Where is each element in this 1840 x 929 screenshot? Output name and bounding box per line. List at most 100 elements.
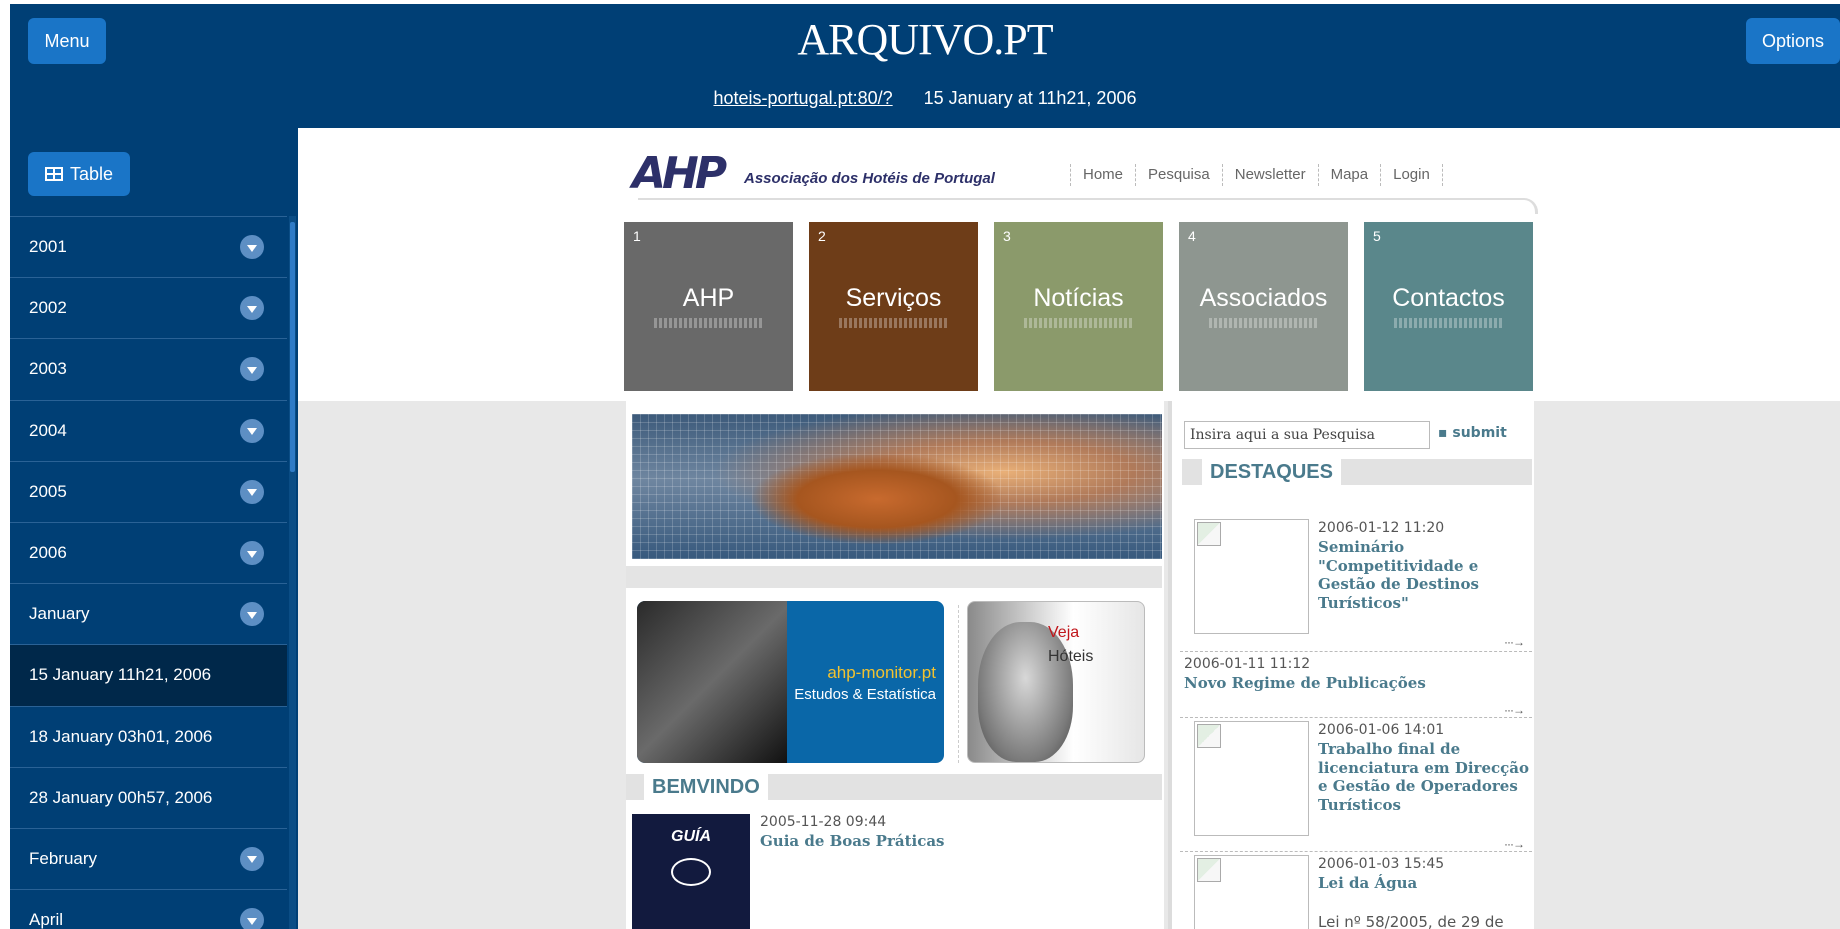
table-button-label: Table [69, 163, 114, 184]
search-submit-button[interactable]: ▪ submit [1438, 425, 1507, 441]
chevron-down-icon[interactable] [240, 296, 264, 321]
version-list: 2001 2002 2003 2004 2005 2006 January 15 Januar… [10, 216, 287, 929]
monitor-banner-subtitle: Estudos & Estatística [794, 686, 936, 703]
more-arrow-icon[interactable]: ···→ [1504, 837, 1525, 851]
chevron-down-icon[interactable] [240, 418, 264, 443]
sidebar-group-item[interactable]: April [10, 889, 287, 929]
tile-fine-print [1209, 318, 1318, 328]
nav-home[interactable]: Home [1070, 164, 1135, 186]
nav-newsletter[interactable]: Newsletter [1221, 164, 1318, 186]
section-tile[interactable]: 2 Serviços [809, 222, 978, 391]
monitor-banner-title: ahp-monitor.pt [827, 663, 936, 682]
tile-label: AHP [682, 284, 735, 312]
tile-fine-print [839, 318, 948, 328]
ahp-logo-subtitle: Associação dos Hotéis de Portugal [744, 170, 995, 187]
sidebar-item-label: 18 January 03h01, 2006 [29, 726, 213, 746]
guia-date: 2005-11-28 09:44 [760, 814, 887, 830]
tile-fine-print [654, 318, 763, 328]
guia-cover-title: GUÍA [671, 828, 711, 845]
nav-pesquisa[interactable]: Pesquisa [1135, 164, 1222, 186]
bemvindo-heading: BEMVINDO [644, 774, 768, 800]
news-date: 2006-01-11 11:12 [1184, 656, 1311, 672]
news-title-link[interactable]: Trabalho final de licenciatura em Direcç… [1318, 740, 1533, 814]
sidebar-item-label: 15 January 11h21, 2006 [29, 665, 212, 685]
archived-url-link[interactable]: hoteis-portugal.pt:80/? [714, 88, 893, 108]
chevron-down-icon[interactable] [240, 357, 264, 382]
sidebar-item-label: 2003 [29, 359, 67, 379]
version-sidebar: Table 2001 2002 2003 2004 2005 2006 January 15 … [10, 128, 298, 929]
news-title-link[interactable]: Novo Regime de Publicações [1184, 674, 1524, 693]
sidebar-group-item[interactable]: 2004 [10, 399, 287, 461]
sidebar-group-item[interactable]: 2001 [10, 216, 287, 277]
news-title-link[interactable]: Seminário "Competitividade e Gestão de D… [1318, 538, 1528, 612]
top-header: Menu ARQUIVO.PT Options hoteis-portugal.… [10, 4, 1840, 128]
chevron-down-icon[interactable] [240, 235, 264, 260]
sidebar-item-label: February [29, 848, 98, 868]
nav-mapa[interactable]: Mapa [1317, 164, 1381, 186]
ahp-monitor-banner[interactable]: ahp-monitor.pt Estudos & Estatística [637, 601, 944, 763]
grey-divider-bar [626, 566, 1162, 588]
sidebar-version-item[interactable]: 15 January 11h21, 2006 [10, 644, 287, 706]
section-tile[interactable]: 5 Contactos [1364, 222, 1533, 391]
guia-title-link[interactable]: Guia de Boas Práticas [760, 832, 945, 850]
chevron-down-icon[interactable] [240, 846, 264, 871]
capture-datetime: 15 January at 11h21, 2006 [923, 88, 1137, 108]
news-thumbnail-broken-image[interactable] [1194, 721, 1309, 836]
bemvindo-heading-bar: BEMVINDO [626, 774, 1162, 800]
table-view-button[interactable]: Table [28, 152, 130, 196]
tile-label: Serviços [845, 284, 942, 312]
sidebar-item-label: 2001 [29, 237, 67, 257]
sidebar-version-item[interactable]: 28 January 00h57, 2006 [10, 766, 287, 828]
ahp-logo[interactable]: AHP [632, 148, 727, 199]
banner-separator [958, 605, 959, 763]
section-tile[interactable]: 1 AHP [624, 222, 793, 391]
news-thumbnail-broken-image[interactable] [1194, 519, 1309, 634]
section-tiles: 1 AHP 2 Serviços 3 Notícias 4 Associados 5 Contac… [624, 222, 1533, 391]
veja-hoteis-banner[interactable]: Veja Hóteis [967, 601, 1145, 763]
hoteis-label: Hóteis [1048, 648, 1094, 665]
sidebar-item-label: 2002 [29, 298, 67, 318]
options-button[interactable]: Options [1746, 18, 1840, 64]
archived-page: AHP Associação dos Hotéis de Portugal Ho… [298, 128, 1840, 929]
chevron-down-icon[interactable] [240, 602, 264, 627]
tile-number: 5 [1373, 228, 1381, 244]
sidebar-item-label: January [29, 604, 90, 624]
sidebar-item-label: April [29, 910, 64, 929]
chevron-down-icon[interactable] [240, 908, 264, 929]
sidebar-group-item[interactable]: 2006 [10, 521, 287, 583]
site-search-input[interactable]: Insira aqui a sua Pesquisa [1184, 421, 1430, 449]
sidebar-item-label: 2005 [29, 481, 67, 501]
news-excerpt: Lei nº 58/2005, de 29 de [1318, 913, 1504, 929]
more-arrow-icon[interactable]: ···→ [1504, 703, 1525, 717]
sidebar-item-label: 28 January 00h57, 2006 [29, 787, 213, 807]
nav-divider [638, 198, 1538, 214]
sidebar-group-item[interactable]: 2002 [10, 277, 287, 338]
sidebar-version-item[interactable]: 18 January 03h01, 2006 [10, 705, 287, 767]
capture-info: hoteis-portugal.pt:80/? 15 January at 11… [10, 88, 1840, 109]
sidebar-group-item[interactable]: 2003 [10, 338, 287, 399]
sidebar-group-item[interactable]: February [10, 827, 287, 889]
guia-book-cover[interactable]: GUÍA [632, 814, 750, 929]
tile-number: 2 [818, 228, 826, 244]
tile-label: Contactos [1392, 284, 1505, 312]
sidebar-group-item[interactable]: January [10, 583, 287, 644]
tile-number: 1 [633, 228, 641, 244]
sidebar-scrollbar-thumb[interactable] [290, 222, 295, 472]
sidebar-group-item[interactable]: 2005 [10, 460, 287, 522]
more-arrow-icon[interactable]: ···→ [1504, 635, 1525, 649]
sidebar-item-label: 2004 [29, 420, 67, 440]
section-tile[interactable]: 3 Notícias [994, 222, 1163, 391]
nav-login[interactable]: Login [1380, 164, 1443, 186]
arquivo-logo[interactable]: ARQUIVO.PT [10, 14, 1840, 65]
chevron-down-icon[interactable] [240, 541, 264, 566]
news-thumbnail-broken-image[interactable] [1194, 855, 1309, 929]
main-right-column: Insira aqui a sua Pesquisa ▪ submit DEST… [1172, 401, 1534, 929]
tile-number: 3 [1003, 228, 1011, 244]
section-tile[interactable]: 4 Associados [1179, 222, 1348, 391]
chevron-down-icon[interactable] [240, 479, 264, 504]
news-title-link[interactable]: Lei da Água [1318, 874, 1528, 893]
table-grid-icon [44, 167, 63, 181]
news-separator [1180, 717, 1532, 718]
tile-fine-print [1024, 318, 1133, 328]
veja-label: Veja [1048, 624, 1080, 641]
